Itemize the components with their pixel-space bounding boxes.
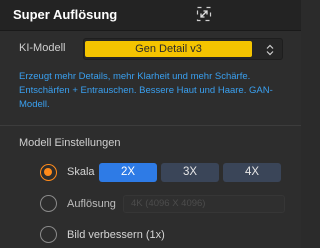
model-select[interactable]: Gen Detail v3 bbox=[83, 38, 283, 60]
model-description: Erzeugt mehr Details, mehr Klarheit und … bbox=[19, 71, 273, 110]
panel-header: Super Auflösung bbox=[0, 0, 301, 31]
chevron-up-down-icon bbox=[266, 43, 274, 56]
scale-4x-button[interactable]: 4X bbox=[223, 163, 281, 182]
resolution-label: Auflösung bbox=[67, 198, 116, 210]
model-select-value: Gen Detail v3 bbox=[85, 41, 252, 57]
expand-diagonal-icon[interactable] bbox=[196, 6, 212, 22]
scale-2x-button[interactable]: 2X bbox=[99, 163, 157, 182]
enhance-radio[interactable] bbox=[40, 226, 57, 243]
panel-title: Super Auflösung bbox=[13, 7, 118, 22]
settings-title: Modell Einstellungen bbox=[19, 137, 121, 149]
resolution-radio[interactable] bbox=[40, 195, 57, 212]
scale-label: Skala bbox=[67, 166, 95, 178]
section-divider bbox=[0, 125, 301, 126]
model-label: KI-Modell bbox=[19, 42, 66, 54]
super-resolution-panel: Super Auflösung KI-Modell Gen Detail v3 … bbox=[0, 0, 301, 248]
scale-3x-button[interactable]: 3X bbox=[161, 163, 219, 182]
scale-radio[interactable] bbox=[40, 164, 57, 181]
enhance-label: Bild verbessern (1x) bbox=[67, 229, 165, 241]
resolution-field[interactable]: 4K (4096 X 4096) bbox=[123, 195, 285, 213]
